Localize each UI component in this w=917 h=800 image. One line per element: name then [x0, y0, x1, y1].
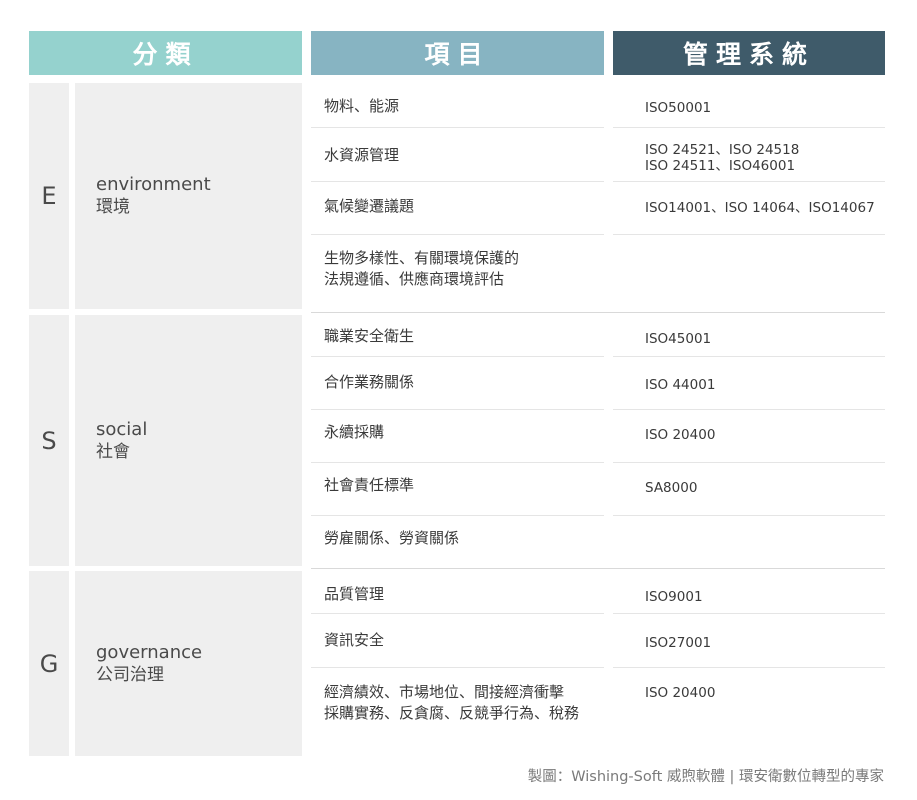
system-cell: ISO 20400 [645, 427, 716, 443]
system-cell: ISO45001 [645, 331, 712, 347]
category-name-en: social [96, 418, 148, 440]
item-cell: 品質管理 [324, 585, 385, 603]
category-name-zh: 公司治理 [96, 664, 164, 685]
item-cell: 經濟績效、市場地位、間接經濟衝擊 採購實務、反貪腐、反競爭行為、稅務 [324, 683, 580, 722]
system-cell: ISO 44001 [645, 377, 716, 393]
row-divider [311, 356, 604, 357]
row-divider [613, 181, 885, 182]
item-cell: 資訊安全 [324, 631, 385, 649]
section-letter-g: G [29, 571, 69, 756]
row-divider [613, 234, 885, 235]
footer-credit: 製圖：Wishing-Soft 威煦軟體 | 環安衛數位轉型的專家 [527, 769, 884, 785]
item-cell: 職業安全衛生 [324, 327, 415, 345]
header-category: 分類 [29, 31, 302, 75]
row-divider [613, 356, 885, 357]
section-divider [311, 568, 885, 569]
header-management-system: 管理系統 [613, 31, 885, 75]
item-cell: 水資源管理 [324, 146, 400, 164]
item-cell: 氣候變遷議題 [324, 197, 415, 215]
row-divider [613, 515, 885, 516]
row-divider [311, 667, 604, 668]
category-name-en: governance [96, 641, 203, 663]
header-item: 項目 [311, 31, 604, 75]
system-cell: ISO 20400 [645, 685, 716, 701]
row-divider [613, 462, 885, 463]
system-cell: ISO50001 [645, 100, 712, 116]
row-divider [613, 409, 885, 410]
row-divider [311, 181, 604, 182]
row-divider [613, 667, 885, 668]
system-cell: SA8000 [645, 480, 698, 496]
system-cell: ISO9001 [645, 589, 703, 605]
item-cell: 社會責任標準 [324, 476, 415, 494]
row-divider [311, 127, 604, 128]
row-divider [613, 127, 885, 128]
system-cell: ISO27001 [645, 635, 712, 651]
row-divider [311, 234, 604, 235]
section-category-governance: governance 公司治理 [75, 571, 302, 756]
row-divider [311, 409, 604, 410]
section-letter-s: S [29, 315, 69, 566]
category-name-en: environment [96, 174, 211, 195]
system-cell: ISO14001、ISO 14064、ISO14067 [645, 200, 875, 216]
item-cell: 生物多樣性、有關環境保護的 法規遵循、供應商環境評估 [324, 249, 520, 288]
system-cell: ISO 24521、ISO 24518 ISO 24511、ISO46001 [645, 142, 800, 174]
section-category-environment: environment 環境 [75, 83, 302, 309]
item-cell: 物料、能源 [324, 97, 400, 115]
category-name-zh: 社會 [96, 441, 130, 462]
category-name-zh: 環境 [96, 197, 130, 217]
section-category-social: social 社會 [75, 315, 302, 566]
row-divider [613, 613, 885, 614]
row-divider [311, 515, 604, 516]
row-divider [311, 462, 604, 463]
section-letter-e: E [29, 83, 69, 309]
item-cell: 勞雇關係、勞資關係 [324, 529, 460, 547]
row-divider [311, 613, 604, 614]
section-divider [311, 312, 885, 313]
item-cell: 永續採購 [324, 423, 385, 441]
item-cell: 合作業務關係 [324, 373, 415, 391]
